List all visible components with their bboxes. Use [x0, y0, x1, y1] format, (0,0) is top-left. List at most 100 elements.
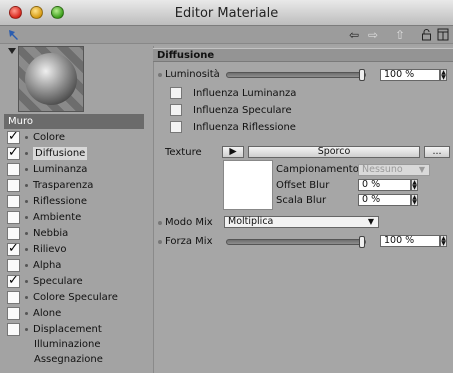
channel-bullet: [25, 280, 28, 283]
modo-mix-chevron-down-icon: ▼: [367, 217, 375, 226]
campionamento-label: Campionamento: [276, 164, 359, 175]
material-name[interactable]: Muro: [4, 114, 144, 129]
layout-icon[interactable]: [436, 28, 450, 42]
channel-label: Alpha: [33, 260, 62, 271]
influenza-luminanza-checkbox[interactable]: [170, 87, 182, 99]
channel-label: Alone: [33, 308, 62, 319]
luminosita-field[interactable]: 100 %: [380, 69, 440, 81]
toolbar: ⇦ ⇨ ⇧: [0, 26, 453, 44]
channel-bullet: [25, 264, 28, 267]
channel-item-trasparenza[interactable]: Trasparenza: [5, 178, 153, 193]
channel-checkbox[interactable]: [7, 129, 20, 144]
channel-checkbox[interactable]: [7, 291, 20, 304]
channel-label: Rilievo: [33, 244, 67, 255]
forza-mix-slider[interactable]: [226, 236, 366, 248]
channel-checkbox[interactable]: [7, 145, 20, 160]
channel-item-ambiente[interactable]: Ambiente: [5, 210, 153, 225]
item-illuminazione[interactable]: Illuminazione: [34, 339, 100, 351]
up-arrow-icon[interactable]: ⇧: [393, 28, 407, 42]
modo-mix-bullet: [158, 221, 162, 225]
influenza-speculare-checkbox[interactable]: [170, 104, 182, 116]
channel-checkbox[interactable]: [7, 259, 20, 272]
offset-blur-field[interactable]: 0 %: [358, 179, 411, 191]
channel-label: Colore Speculare: [33, 292, 118, 303]
texture-label: Texture: [165, 147, 202, 158]
window-title: Editor Materiale: [174, 6, 279, 21]
luminosita-label: Luminosità: [165, 69, 220, 80]
channel-item-colore[interactable]: Colore: [5, 129, 153, 145]
channel-item-nebbia[interactable]: Nebbia: [5, 226, 153, 241]
influenza-luminanza-label: Influenza Luminanza: [193, 88, 297, 99]
channel-item-luminanza[interactable]: Luminanza: [5, 162, 153, 177]
channel-item-displacement[interactable]: Displacement: [5, 322, 153, 337]
forza-mix-label: Forza Mix: [165, 236, 213, 247]
channel-bullet: [25, 168, 28, 171]
texture-preview[interactable]: [223, 160, 273, 210]
luminosita-stepper[interactable]: ▲ ▼: [440, 69, 447, 81]
channel-item-diffusione[interactable]: Diffusione: [5, 145, 153, 161]
forward-arrow-icon[interactable]: ⇨: [366, 28, 380, 42]
channel-bullet: [25, 152, 28, 155]
channel-checkbox[interactable]: [7, 323, 20, 336]
forza-mix-bullet: [158, 240, 162, 244]
channel-item-colore-speculare[interactable]: Colore Speculare: [5, 290, 153, 305]
influenza-riflessione-label: Influenza Riflessione: [193, 122, 296, 133]
offset-blur-label: Offset Blur: [276, 180, 330, 191]
scala-blur-stepper[interactable]: ▲ ▼: [411, 194, 418, 206]
scala-blur-field[interactable]: 0 %: [358, 194, 411, 206]
texture-play-button[interactable]: ▶: [222, 146, 244, 158]
scala-blur-label: Scala Blur: [276, 195, 327, 206]
channel-checkbox[interactable]: [7, 195, 20, 208]
influenza-riflessione-checkbox[interactable]: [170, 121, 182, 133]
channel-bullet: [25, 216, 28, 219]
channel-label: Ambiente: [33, 212, 82, 223]
channel-checkbox[interactable]: [7, 211, 20, 224]
channel-label: Riflessione: [33, 196, 87, 207]
channel-label: Trasparenza: [33, 180, 94, 191]
channel-bullet: [25, 200, 28, 203]
luminosita-bullet: [158, 73, 162, 77]
channel-item-rilievo[interactable]: Rilievo: [5, 241, 153, 257]
channel-bullet: [25, 312, 28, 315]
channel-item-alpha[interactable]: Alpha: [5, 258, 153, 273]
forza-mix-slider-knob[interactable]: [359, 236, 365, 248]
modo-mix-select[interactable]: Moltiplica: [224, 216, 379, 228]
channel-label: Luminanza: [33, 164, 88, 175]
channel-checkbox[interactable]: [7, 307, 20, 320]
texture-more-button[interactable]: ...: [424, 146, 450, 158]
channel-bullet: [25, 248, 28, 251]
luminosita-slider[interactable]: [226, 69, 366, 81]
panel-title: Diffusione: [153, 48, 453, 62]
channel-item-alone[interactable]: Alone: [5, 306, 153, 321]
channel-checkbox[interactable]: [7, 241, 20, 256]
lock-icon[interactable]: [419, 28, 433, 42]
channel-bullet: [25, 184, 28, 187]
channel-item-speculare[interactable]: Speculare: [5, 273, 153, 289]
campionamento-chevron-down-icon: ▼: [418, 165, 426, 174]
channel-checkbox[interactable]: [7, 179, 20, 192]
luminosita-slider-knob[interactable]: [359, 69, 365, 81]
forza-mix-field[interactable]: 100 %: [380, 235, 440, 247]
channel-checkbox[interactable]: [7, 163, 20, 176]
channel-label: Nebbia: [33, 228, 69, 239]
channel-bullet: [25, 328, 28, 331]
channel-bullet: [25, 136, 28, 139]
material-sphere: [25, 53, 77, 105]
channel-item-riflessione[interactable]: Riflessione: [5, 194, 153, 209]
forza-mix-stepper[interactable]: ▲ ▼: [440, 235, 447, 247]
influenza-speculare-label: Influenza Speculare: [193, 105, 292, 116]
channel-label: Speculare: [33, 276, 83, 287]
material-preview[interactable]: [18, 46, 84, 112]
pin-icon[interactable]: [6, 28, 20, 42]
channel-checkbox[interactable]: [7, 227, 20, 240]
channel-label: Diffusione: [33, 147, 88, 160]
title-bar: Editor Materiale: [0, 0, 453, 26]
item-assegnazione[interactable]: Assegnazione: [34, 354, 103, 366]
back-arrow-icon[interactable]: ⇦: [347, 28, 361, 42]
channel-bullet: [25, 232, 28, 235]
texture-name-button[interactable]: Sporco: [248, 146, 420, 158]
offset-blur-stepper[interactable]: ▲ ▼: [411, 179, 418, 191]
channel-checkbox[interactable]: [7, 273, 20, 288]
channel-label: Colore: [33, 132, 66, 143]
preview-menu-icon[interactable]: [8, 48, 16, 54]
